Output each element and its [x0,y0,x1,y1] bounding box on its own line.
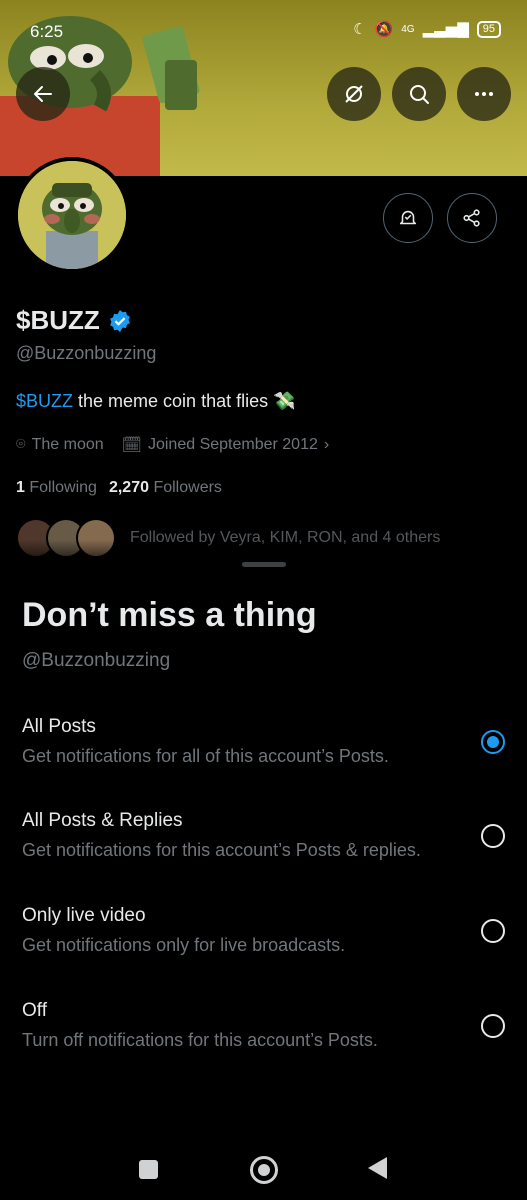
sheet-handle: @Buzzonbuzzing [22,650,171,671]
radio-selected[interactable] [481,730,505,754]
followers-link[interactable]: 2,270 Followers [109,479,222,497]
more-button[interactable] [457,67,511,121]
back-button[interactable] [16,67,70,121]
share-button[interactable] [447,193,497,243]
sheet-title: Don’t miss a thing [22,596,317,634]
option-title: All Posts [22,716,96,737]
option-title: All Posts & Replies [22,810,183,831]
radio-unselected[interactable] [481,1014,505,1038]
sheet-drag-handle[interactable] [242,562,286,567]
option-off[interactable]: Off Turn off notifications for this acco… [0,1000,527,1086]
option-all-posts[interactable]: All Posts Get notifications for all of t… [0,716,527,802]
calendar-icon: 🗓 [121,437,142,454]
notifications-button[interactable] [383,193,433,243]
search-icon [410,85,429,104]
avatar-image [18,161,126,269]
status-time: 6:25 [30,22,64,41]
grok-icon [345,85,363,103]
recents-button[interactable] [139,1160,158,1179]
option-live-video[interactable]: Only live video Get notifications only f… [0,905,527,991]
network-label: 4G [401,23,415,35]
moon-icon: ☾ [353,21,367,38]
search-button[interactable] [392,67,446,121]
home-button[interactable] [250,1156,278,1184]
bell-check-icon [399,210,417,225]
verified-badge-icon[interactable] [108,309,132,333]
share-icon [463,209,480,227]
mute-icon: 🔕 [374,21,394,38]
profile-meta: ⌾ The moon 🗓 Joined September 2012 › [16,435,329,455]
following-link[interactable]: 1 Following [16,479,97,497]
option-desc: Get notifications for all of this accoun… [22,746,389,766]
bio-text: the meme coin that flies 💸 [73,391,296,411]
option-desc: Get notifications for this account’s Pos… [22,840,421,860]
bio-cashtag[interactable]: $BUZZ [16,391,73,411]
battery-icon: 95 [476,20,501,38]
signal-icon: ▂▃▅▇ [422,21,469,38]
chevron-right-icon[interactable]: › [324,436,329,454]
profile-name: $BUZZ [16,305,100,335]
location-icon: ⌾ [16,436,26,453]
follow-stats: 1 Following 2,270 Followers [16,479,222,497]
profile-bio: $BUZZ the meme coin that flies 💸 [16,391,296,412]
status-bar: 6:25 ☾ 🔕 4G ▂▃▅▇ 95 [0,0,527,62]
option-desc: Turn off notifications for this account’… [22,1030,378,1050]
option-all-posts-replies[interactable]: All Posts & Replies Get notifications fo… [0,810,527,896]
profile-location: The moon [31,436,104,453]
profile-handle: @Buzzonbuzzing [16,343,157,363]
more-icon [475,92,493,96]
option-desc: Get notifications only for live broadcas… [22,935,346,955]
profile-joined: Joined September 2012 [147,436,318,453]
back-icon [34,86,52,102]
avatar[interactable] [14,157,130,273]
grok-button[interactable] [327,67,381,121]
radio-unselected[interactable] [481,824,505,848]
option-title: Only live video [22,905,146,926]
radio-unselected[interactable] [481,919,505,943]
option-title: Off [22,1000,47,1021]
system-back-button[interactable] [368,1157,387,1179]
profile-name-row: $BUZZ [16,305,132,336]
